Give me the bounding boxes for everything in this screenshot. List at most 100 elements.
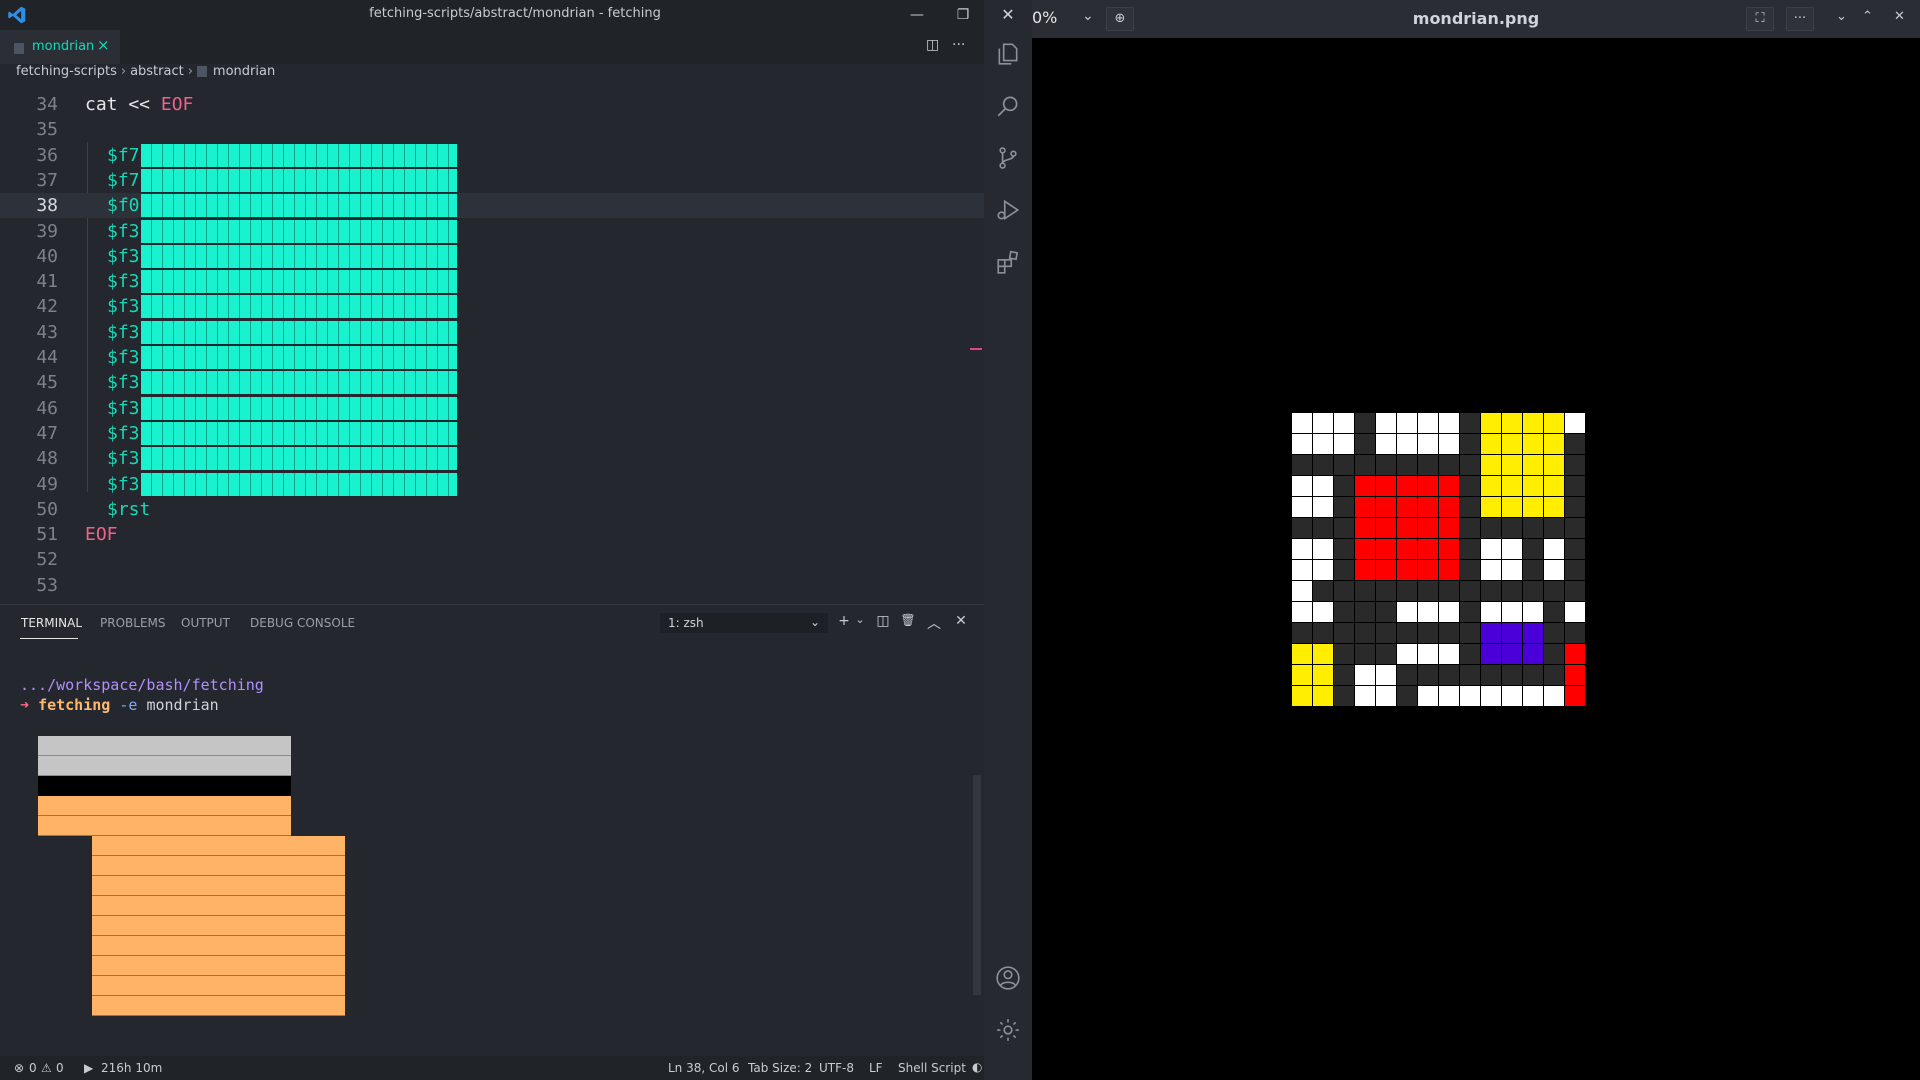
- code-variable: $f3: [107, 372, 140, 394]
- mondrian-cell: [1313, 476, 1333, 496]
- close-icon[interactable]: ✕: [994, 3, 1022, 27]
- chevron-right-icon: ›: [187, 64, 193, 79]
- cursor-position[interactable]: Ln 38, Col 6: [668, 1061, 740, 1075]
- code-text: $f3: [107, 370, 140, 395]
- restore-button[interactable]: ❐: [949, 3, 977, 27]
- tab-debug-console[interactable]: DEBUG CONSOLE: [250, 616, 355, 630]
- mondrian-cell: [1481, 623, 1501, 643]
- breadcrumb-item[interactable]: fetching-scripts: [16, 64, 117, 79]
- warning-icon[interactable]: ⚠: [41, 1061, 52, 1075]
- mondrian-cell: [1376, 476, 1396, 496]
- explorer-icon[interactable]: [984, 30, 1032, 78]
- code-line[interactable]: 41 $f3: [0, 269, 984, 294]
- mondrian-cell: [1376, 644, 1396, 664]
- code-variable: $f7: [107, 144, 140, 166]
- tab-mondrian[interactable]: mondrian ×: [0, 30, 120, 64]
- terminal-select[interactable]: 1: zsh ⌄: [660, 613, 828, 633]
- maximize-icon[interactable]: ⌃: [1862, 9, 1873, 24]
- mondrian-cell: [1460, 560, 1480, 580]
- account-icon[interactable]: [984, 954, 1032, 1002]
- code-line[interactable]: 44 $f3: [0, 345, 984, 370]
- code-line[interactable]: 34 cat << EOF: [0, 92, 984, 117]
- code-line[interactable]: 47 $f3: [0, 421, 984, 446]
- code-text: $f3: [107, 320, 140, 345]
- mondrian-cell: [1376, 455, 1396, 475]
- code-variable: $f3: [107, 245, 140, 267]
- code-line[interactable]: 36 $f7: [0, 143, 984, 168]
- code-line[interactable]: 40 $f3: [0, 244, 984, 269]
- mondrian-cell: [1313, 581, 1333, 601]
- mondrian-cell: [1355, 644, 1375, 664]
- code-line[interactable]: 43 $f3: [0, 320, 984, 345]
- terminal-output[interactable]: .../workspace/bash/fetching ➜ fetching -…: [20, 675, 264, 715]
- trash-icon[interactable]: 🗑: [898, 613, 918, 627]
- mondrian-cell: [1481, 497, 1501, 517]
- block-characters: [141, 421, 457, 445]
- code-line[interactable]: 53: [0, 573, 984, 598]
- code-line[interactable]: 39 $f3: [0, 219, 984, 244]
- error-count[interactable]: 0: [29, 1061, 37, 1075]
- tab-close-icon[interactable]: ×: [97, 36, 110, 54]
- uptime[interactable]: 216h 10m: [101, 1061, 162, 1075]
- terminal-scrollbar[interactable]: [973, 775, 981, 995]
- breadcrumb-item[interactable]: abstract: [130, 64, 184, 79]
- code-line[interactable]: 51 EOF: [0, 522, 984, 547]
- mondrian-cell: [1355, 455, 1375, 475]
- mondrian-cell: [1544, 497, 1564, 517]
- mondrian-cell: [1397, 455, 1417, 475]
- errors-icon[interactable]: ⊗: [14, 1061, 24, 1075]
- mondrian-cell: [1439, 644, 1459, 664]
- tab-output[interactable]: OUTPUT: [181, 616, 230, 630]
- mondrian-cell: [1334, 476, 1354, 496]
- code-variable: $f7: [107, 169, 140, 191]
- code-line[interactable]: 38 $f0: [0, 193, 984, 219]
- close-viewer-icon[interactable]: ✕: [1894, 9, 1905, 24]
- code-line[interactable]: 42 $f3: [0, 294, 984, 319]
- mondrian-cell: [1460, 581, 1480, 601]
- source-control-icon[interactable]: [984, 134, 1032, 182]
- mondrian-cell: [1481, 518, 1501, 538]
- code-line[interactable]: 48 $f3: [0, 446, 984, 471]
- mondrian-cell: [1460, 686, 1480, 706]
- mondrian-cell: [1502, 644, 1522, 664]
- warning-count[interactable]: 0: [56, 1061, 64, 1075]
- code-line[interactable]: 52: [0, 547, 984, 572]
- more-actions-icon[interactable]: ···: [952, 37, 965, 53]
- code-text: $f3: [107, 472, 140, 497]
- end-of-line[interactable]: LF: [869, 1061, 883, 1075]
- minimize-button[interactable]: —: [903, 3, 931, 27]
- extensions-icon[interactable]: [984, 238, 1032, 286]
- breadcrumb-item[interactable]: mondrian: [213, 64, 275, 79]
- language-mode[interactable]: Shell Script: [898, 1061, 966, 1075]
- tab-terminal[interactable]: TERMINAL: [21, 616, 82, 630]
- tab-size[interactable]: Tab Size: 2: [748, 1061, 812, 1075]
- code-line[interactable]: 50 $rst: [0, 497, 984, 522]
- code-editor[interactable]: 34 cat << EOF 35 36 $f7 37 $f7 38 $f0 39 $f3 40 $f3 4…: [0, 92, 984, 602]
- split-editor-icon[interactable]: ◫: [926, 37, 939, 53]
- encoding[interactable]: UTF-8: [819, 1061, 854, 1075]
- mondrian-cell: [1418, 434, 1438, 454]
- run-debug-icon[interactable]: [984, 186, 1032, 234]
- close-panel-icon[interactable]: ✕: [951, 613, 971, 629]
- settings-gear-icon[interactable]: [984, 1006, 1032, 1054]
- fullscreen-icon[interactable]: ⛶: [1746, 7, 1774, 31]
- contrast-icon[interactable]: ◐: [972, 1060, 982, 1074]
- more-options-icon[interactable]: ···: [1786, 7, 1814, 31]
- code-line[interactable]: 37 $f7: [0, 168, 984, 193]
- tab-problems[interactable]: PROBLEMS: [100, 616, 166, 630]
- code-text: $f3: [107, 244, 140, 269]
- mondrian-cell: [1397, 539, 1417, 559]
- minimize-icon[interactable]: ⌄: [1836, 9, 1847, 24]
- code-line[interactable]: 49 $f3: [0, 472, 984, 497]
- code-line[interactable]: 45 $f3: [0, 370, 984, 395]
- mondrian-cell: [1397, 665, 1417, 685]
- launch-profile-icon[interactable]: ⌄: [850, 613, 870, 626]
- maximize-panel-icon[interactable]: ︿: [924, 613, 944, 633]
- mondrian-cell: [1397, 602, 1417, 622]
- code-line[interactable]: 35: [0, 117, 984, 142]
- code-line[interactable]: 46 $f3: [0, 396, 984, 421]
- vscode-window: fetching-scripts/abstract/mondrian - fet…: [0, 0, 984, 1080]
- split-terminal-icon[interactable]: ◫: [873, 613, 893, 629]
- search-icon[interactable]: [984, 82, 1032, 130]
- mondrian-cell: [1523, 518, 1543, 538]
